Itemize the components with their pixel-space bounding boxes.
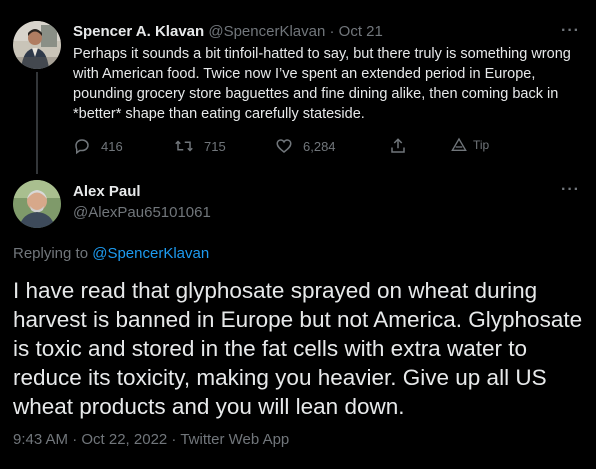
author-name[interactable]: Spencer A. Klavan	[73, 23, 204, 40]
author-name[interactable]: Alex Paul	[73, 183, 141, 200]
reply-button[interactable]: 416	[73, 137, 123, 155]
like-count: 6,284	[303, 138, 336, 154]
author-handle[interactable]: @AlexPau65101061	[73, 204, 211, 221]
parent-tweet-header: Spencer A. Klavan @SpencerKlavan · Oct 2…	[73, 22, 383, 42]
tweet-timestamp[interactable]: 9:43 AM · Oct 22, 2022 · Twitter Web App	[13, 431, 289, 448]
date-separator: ·	[329, 23, 335, 40]
like-icon	[275, 137, 293, 155]
retweet-icon	[174, 137, 194, 155]
replying-to-link[interactable]: @SpencerKlavan	[92, 245, 209, 262]
author-handle[interactable]: @SpencerKlavan	[208, 23, 325, 40]
replying-prefix: Replying to	[13, 245, 89, 262]
tweet-actions: 416 715 6,284 Tip	[73, 137, 503, 157]
replying-to: Replying to @SpencerKlavan	[13, 245, 209, 262]
parent-tweet-text: Perhaps it sounds a bit tinfoil-hatted t…	[73, 46, 571, 122]
retweet-count: 715	[204, 138, 226, 154]
tip-label: Tip	[473, 138, 490, 152]
avatar[interactable]	[13, 21, 61, 69]
reply-count: 416	[101, 138, 123, 154]
like-button[interactable]: 6,284	[275, 137, 336, 155]
tweet-date[interactable]: Oct 21	[339, 23, 383, 40]
share-button[interactable]	[389, 137, 407, 155]
more-icon[interactable]: ···	[561, 22, 580, 40]
reply-tweet-text: I have read that glyphosate sprayed on w…	[13, 278, 583, 419]
retweet-button[interactable]: 715	[174, 137, 226, 155]
more-icon[interactable]: ···	[561, 181, 580, 199]
tip-icon	[451, 137, 467, 153]
tip-button[interactable]: Tip	[451, 137, 489, 153]
share-icon	[389, 137, 407, 155]
avatar[interactable]	[13, 180, 61, 228]
thread-connector-line	[36, 72, 38, 174]
reply-icon	[73, 137, 91, 155]
